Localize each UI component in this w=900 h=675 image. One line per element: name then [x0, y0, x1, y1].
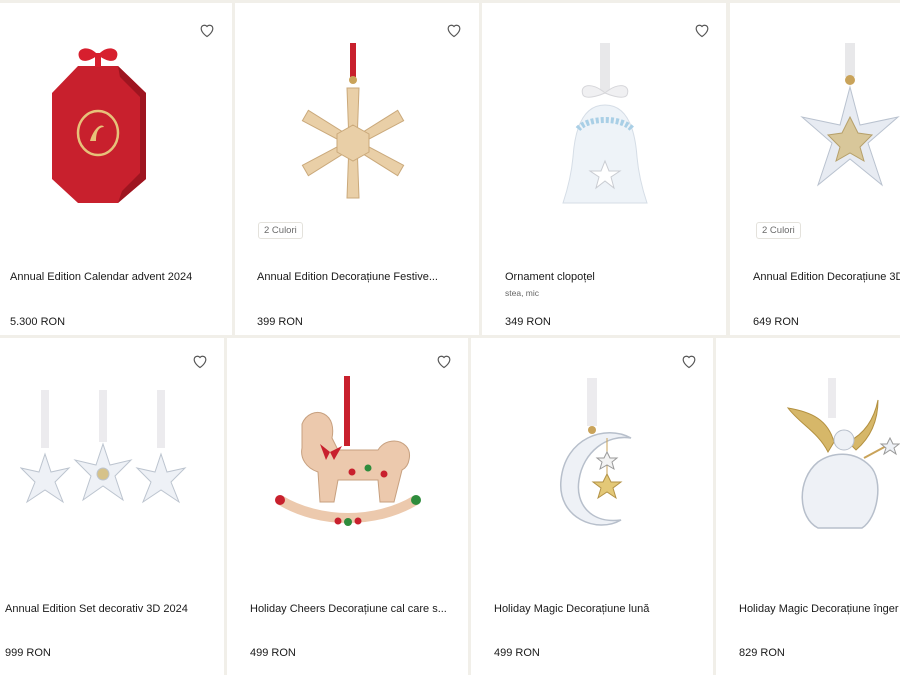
- product-image[interactable]: [482, 3, 726, 213]
- product-card[interactable]: 2 Culori Annual Edition Decorațiune Fest…: [235, 3, 479, 335]
- product-card[interactable]: 2 Culori Annual Edition Decorațiune 3D 6…: [730, 3, 900, 335]
- product-price: 829 RON: [739, 647, 785, 659]
- product-price: 649 RON: [753, 316, 799, 328]
- product-image[interactable]: [227, 338, 468, 548]
- product-card[interactable]: Holiday Cheers Decorațiune cal care s...…: [227, 338, 468, 675]
- product-image[interactable]: [0, 3, 232, 213]
- product-price: 5.300 RON: [10, 316, 66, 328]
- color-count-badge: 2 Culori: [756, 222, 801, 239]
- crystal-3d-star-ornament-icon: [800, 43, 900, 187]
- color-count-badge: 2 Culori: [258, 222, 303, 239]
- product-card[interactable]: Annual Edition Calendar advent 2024 5.30…: [0, 3, 232, 335]
- rocking-horse-ornament-icon: [275, 376, 421, 526]
- product-price: 499 RON: [250, 647, 296, 659]
- product-title[interactable]: Annual Edition Decorațiune 3D: [753, 271, 900, 283]
- product-image[interactable]: [716, 338, 900, 548]
- advent-calendar-box-icon: [52, 48, 146, 203]
- product-title[interactable]: Annual Edition Decorațiune Festive...: [257, 271, 467, 283]
- three-snowflake-set-icon: [20, 390, 187, 504]
- product-card[interactable]: Ornament clopoțel stea, mic 349 RON: [482, 3, 726, 335]
- product-card[interactable]: Holiday Magic Decorațiune lună 499 RON: [471, 338, 713, 675]
- product-title[interactable]: Holiday Magic Decorațiune lună: [494, 603, 699, 615]
- product-title[interactable]: Holiday Magic Decorațiune înger: [739, 603, 900, 615]
- product-card[interactable]: Holiday Magic Decorațiune înger 829 RON: [716, 338, 900, 675]
- product-title[interactable]: Annual Edition Calendar advent 2024: [10, 271, 225, 283]
- product-title[interactable]: Ornament clopoțel: [505, 271, 715, 283]
- product-card[interactable]: Annual Edition Set decorativ 3D 2024 999…: [0, 338, 224, 675]
- product-image[interactable]: [0, 338, 224, 548]
- product-price: 499 RON: [494, 647, 540, 659]
- product-price: 999 RON: [5, 647, 51, 659]
- product-title[interactable]: Annual Edition Set decorativ 3D 2024: [5, 603, 220, 615]
- product-price: 349 RON: [505, 316, 551, 328]
- product-subtitle: stea, mic: [505, 288, 540, 298]
- angel-ornament-icon: [786, 378, 900, 529]
- product-price: 399 RON: [257, 316, 303, 328]
- product-image[interactable]: [235, 3, 479, 213]
- product-image[interactable]: [471, 338, 713, 548]
- product-image[interactable]: [730, 3, 900, 213]
- crescent-moon-ornament-icon: [560, 378, 632, 526]
- bell-ornament-icon: [562, 43, 648, 204]
- product-title[interactable]: Holiday Cheers Decorațiune cal care s...: [250, 603, 455, 615]
- product-grid: Annual Edition Calendar advent 2024 5.30…: [0, 0, 900, 675]
- golden-snowflake-ornament-icon: [301, 43, 405, 199]
